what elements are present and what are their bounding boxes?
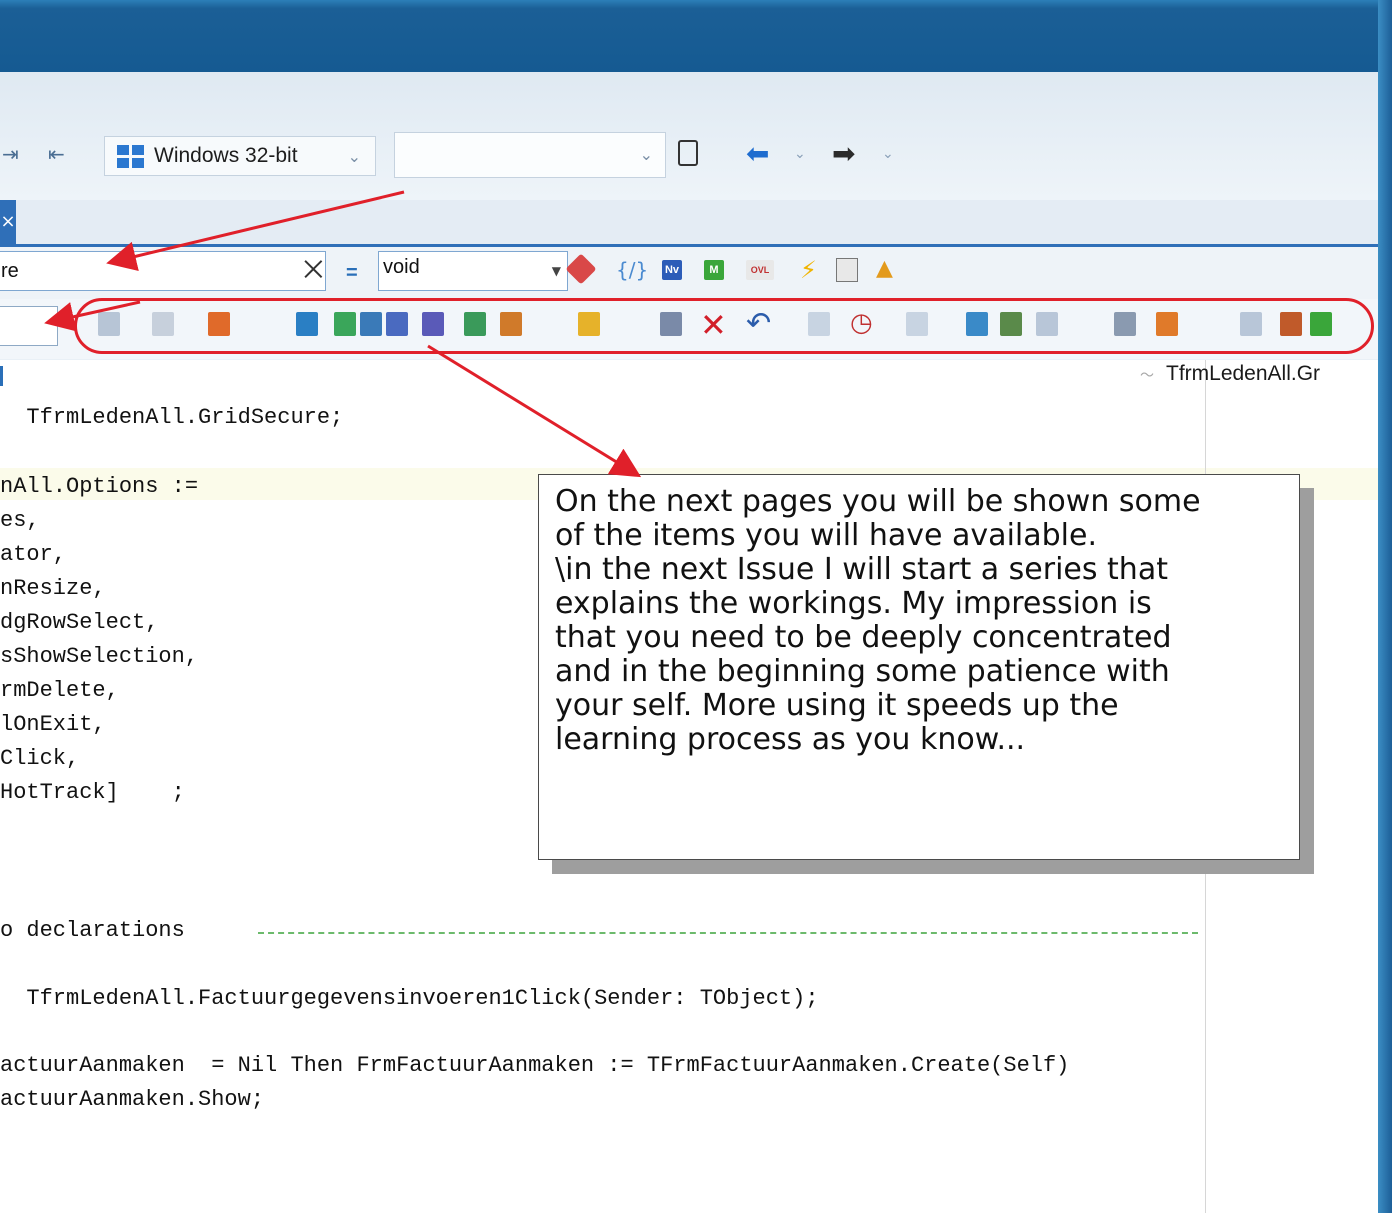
arrow-to-search-box bbox=[44, 300, 141, 332]
arrow-to-callout bbox=[427, 344, 642, 478]
annotation-arrows bbox=[44, 190, 642, 478]
arrow-to-class-selector bbox=[106, 190, 405, 271]
